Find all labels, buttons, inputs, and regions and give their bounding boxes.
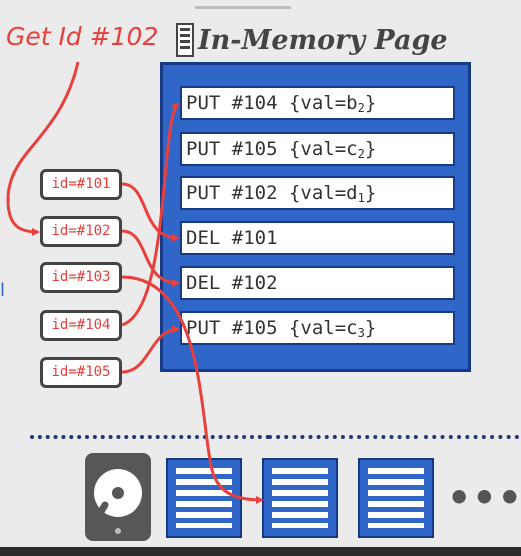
disk-block-icon [262,458,338,538]
id-index-entry: id=#103 [40,262,122,293]
log-record: PUT #105 {val=c3} [180,311,455,345]
log-record: PUT #105 {val=c2} [180,132,455,166]
top-divider [195,6,291,9]
page-title-text: In-Memory Page [198,24,448,56]
hard-disk-icon [85,453,151,541]
storage-divider [268,435,418,439]
id-index-entry: id=#104 [40,310,122,341]
storage-divider [424,435,519,439]
id-index-entry: id=#101 [40,169,122,200]
disk-block-icon [358,458,434,538]
disk-block-icon [166,458,242,538]
log-record: PUT #102 {val=d1} [180,176,455,210]
log-record: DEL #102 [180,266,455,300]
request-label: Get Id #102 [6,22,159,51]
log-record: DEL #101 [180,221,455,255]
database-page-icon [176,23,194,57]
id-index-entry: id=#102 [40,216,122,247]
more-blocks-ellipsis: ••• [447,476,521,520]
storage-divider [30,435,270,439]
page-title: In-Memory Page [176,20,448,60]
clipped-side-glyph: l [0,281,6,301]
id-index-entry: id=#105 [40,357,122,388]
bottom-bar [0,547,521,556]
log-record: PUT #104 {val=b2} [180,86,455,120]
request-arrow [6,61,80,236]
